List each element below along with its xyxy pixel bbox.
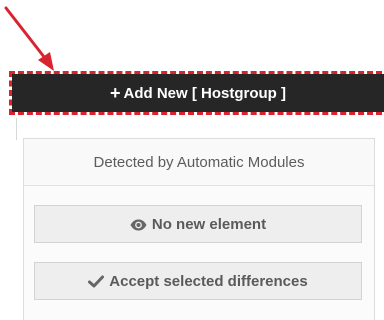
eye-icon — [130, 216, 147, 233]
plus-icon: + — [110, 83, 121, 103]
panel-edge-divider — [16, 118, 17, 140]
automatic-modules-panel: Detected by Automatic Modules No new ele… — [23, 138, 375, 320]
add-new-hostgroup-label: Add New [ Hostgroup ] — [123, 84, 286, 102]
accept-selected-differences-label: Accept selected differences — [109, 272, 308, 290]
no-new-element-label: No new element — [151, 215, 267, 233]
add-new-hostgroup-button[interactable]: + Add New [ Hostgroup ] — [12, 74, 384, 112]
annotation-arrow — [4, 6, 54, 71]
panel-header: Detected by Automatic Modules — [24, 139, 374, 186]
page: + Add New [ Hostgroup ] Detected by Auto… — [0, 0, 384, 320]
check-icon — [88, 273, 105, 290]
accept-selected-differences-button[interactable]: Accept selected differences — [34, 262, 362, 300]
no-new-element-button[interactable]: No new element — [34, 205, 362, 243]
